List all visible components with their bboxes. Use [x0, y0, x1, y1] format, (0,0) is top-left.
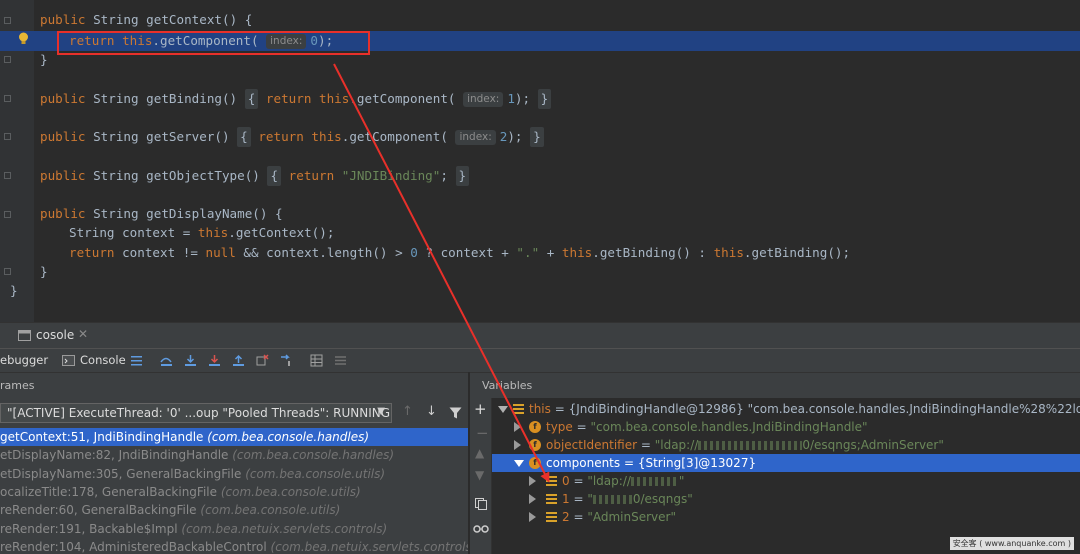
trace-icon[interactable] [334, 354, 347, 367]
code-line-getobjecttype[interactable]: public String getObjectType() { return "… [0, 166, 1080, 186]
var-row-components[interactable]: f components = {String[3]@13027} [492, 454, 1080, 472]
frame-method: etDisplayName:305, GeneralBackingFile [0, 466, 242, 481]
field-icon: f [529, 421, 541, 433]
field-icon: f [529, 439, 541, 451]
tab-debugger[interactable]: ebugger [0, 353, 48, 367]
code-line-getbinding[interactable]: public String getBinding() { return this… [0, 89, 1080, 109]
variables-header: Variables [470, 372, 1080, 398]
frame-package: (com.bea.netuix.servlets.controls) [270, 539, 468, 554]
var-row-objectidentifier[interactable]: f objectIdentifier = "ldap://0/esqngs;Ad… [492, 436, 1080, 454]
step-out-icon[interactable] [232, 354, 245, 367]
var-row-index-2[interactable]: 2 = "AdminServer" [492, 508, 1080, 526]
element-icon [546, 494, 557, 504]
expand-icon[interactable] [529, 494, 536, 504]
code-line-getdisplayname-sig[interactable]: public String getDisplayName() { [0, 204, 1080, 224]
code-line-getcontext-sig[interactable]: public String getContext() { [0, 10, 1080, 30]
frame-row[interactable]: ocalizeTitle:178, GeneralBackingFile (co… [0, 483, 468, 501]
frame-row[interactable]: reRender:191, Backable$Impl (com.bea.net… [0, 520, 468, 538]
drop-frame-icon[interactable] [256, 354, 269, 367]
evaluate-expression-icon[interactable] [310, 354, 323, 367]
menu-icon[interactable] [130, 354, 143, 367]
run-config-icon [18, 330, 31, 341]
glasses-icon[interactable] [473, 524, 489, 534]
code-line-close-brace[interactable]: } [0, 262, 1080, 282]
filter-icon[interactable] [449, 407, 462, 419]
arrow-down-icon[interactable]: ↓ [426, 404, 437, 419]
code-line-context-decl[interactable]: String context = this.getContext(); [0, 223, 1080, 243]
arrow-up-icon[interactable]: ↑ [402, 404, 413, 419]
code-editor[interactable]: public String getContext() { return this… [0, 0, 1080, 322]
thread-row: "[ACTIVE] ExecuteThread: '0' ...oup "Poo… [0, 400, 468, 426]
remove-watch-icon[interactable]: − [476, 424, 489, 442]
frame-package: (com.bea.netuix.servlets.controls) [181, 521, 388, 536]
expand-icon[interactable] [529, 512, 536, 522]
step-over-icon[interactable] [160, 354, 173, 367]
frame-row[interactable]: etDisplayName:82, JndiBindingHandle (com… [0, 446, 468, 464]
frame-row[interactable]: reRender:104, AdministeredBackableContro… [0, 538, 468, 554]
frame-method: reRender:191, Backable$Impl [0, 521, 178, 536]
code-line-getserver[interactable]: public String getServer() { return this.… [0, 127, 1080, 147]
variables-label: Variables [482, 379, 533, 392]
move-down-icon[interactable]: ▼ [475, 468, 484, 482]
redacted-text [630, 477, 679, 486]
var-row-this[interactable]: this = {JndiBindingHandle@12986} "com.be… [492, 400, 1080, 418]
frame-package: (com.bea.console.utils) [200, 503, 341, 518]
run-to-cursor-icon[interactable] [280, 354, 293, 367]
move-up-icon[interactable]: ▲ [475, 446, 484, 460]
param-hint: index: [463, 92, 504, 107]
close-tab-icon[interactable]: ✕ [78, 327, 88, 341]
variables-tree[interactable]: this = {JndiBindingHandle@12986} "com.be… [492, 398, 1080, 554]
expand-icon[interactable] [514, 440, 521, 450]
expand-icon[interactable] [514, 422, 521, 432]
frame-row[interactable]: reRender:60, GeneralBackingFile (com.bea… [0, 501, 468, 519]
var-row-index-0[interactable]: 0 = "ldap://" [492, 472, 1080, 490]
watermark: 安全客 ( www.anquanke.com ) [949, 537, 1074, 550]
frame-method: reRender:104, AdministeredBackableContro… [0, 539, 267, 554]
annotation-highlight-box [57, 31, 370, 55]
collapse-icon[interactable] [498, 406, 508, 413]
var-row-index-1[interactable]: 1 = " 0/esqngs" [492, 490, 1080, 508]
field-icon: f [529, 457, 541, 469]
collapse-icon[interactable] [514, 460, 524, 467]
frame-row[interactable]: getContext:51, JndiBindingHandle (com.be… [0, 428, 468, 446]
frames-pane[interactable]: "[ACTIVE] ExecuteThread: '0' ...oup "Poo… [0, 398, 468, 554]
frame-package: (com.bea.console.utils) [220, 484, 361, 499]
expand-icon[interactable] [529, 476, 536, 486]
run-config-title[interactable]: cosole [36, 328, 74, 342]
force-step-into-icon[interactable] [208, 354, 221, 367]
copy-icon[interactable] [475, 498, 487, 510]
param-hint: index: [455, 130, 496, 145]
frames-header: rames [0, 372, 468, 398]
frame-method: reRender:60, GeneralBackingFile [0, 503, 197, 518]
object-icon [513, 404, 524, 414]
code-line-close-brace[interactable]: } [0, 281, 1080, 301]
chevron-down-icon: ▼ [377, 406, 385, 417]
element-icon [546, 512, 557, 522]
step-into-icon[interactable] [184, 354, 197, 367]
var-row-type[interactable]: f type = "com.bea.console.handles.JndiBi… [492, 418, 1080, 436]
element-icon [546, 476, 557, 486]
frame-package: (com.bea.console.utils) [245, 466, 386, 481]
frame-package: (com.bea.console.handles) [232, 448, 395, 463]
lightbulb-icon[interactable] [18, 32, 29, 45]
frame-method: etDisplayName:82, JndiBindingHandle [0, 448, 229, 463]
add-watch-icon[interactable]: + [474, 400, 487, 418]
code-line-return-stmt[interactable]: return context != null && context.length… [0, 243, 1080, 263]
debugger-toolbar: ebugger Console [0, 348, 1080, 372]
redacted-text [698, 441, 803, 450]
variables-side-toolbar: + − ▲ ▼ [470, 398, 492, 554]
debug-tool-window-header: cosole ✕ [0, 322, 1080, 348]
thread-selector[interactable]: "[ACTIVE] ExecuteThread: '0' ...oup "Poo… [0, 403, 392, 423]
frame-row[interactable]: etDisplayName:305, GeneralBackingFile (c… [0, 465, 468, 483]
thread-selector-value: "[ACTIVE] ExecuteThread: '0' ...oup "Poo… [7, 406, 391, 420]
frame-package: (com.bea.console.handles) [207, 430, 370, 444]
tab-console[interactable]: Console [80, 353, 126, 367]
redacted-text [592, 495, 633, 504]
frame-method: getContext:51, JndiBindingHandle [0, 430, 204, 444]
frame-method: ocalizeTitle:178, GeneralBackingFile [0, 484, 217, 499]
frames-label: rames [0, 379, 35, 392]
console-icon [62, 355, 75, 366]
